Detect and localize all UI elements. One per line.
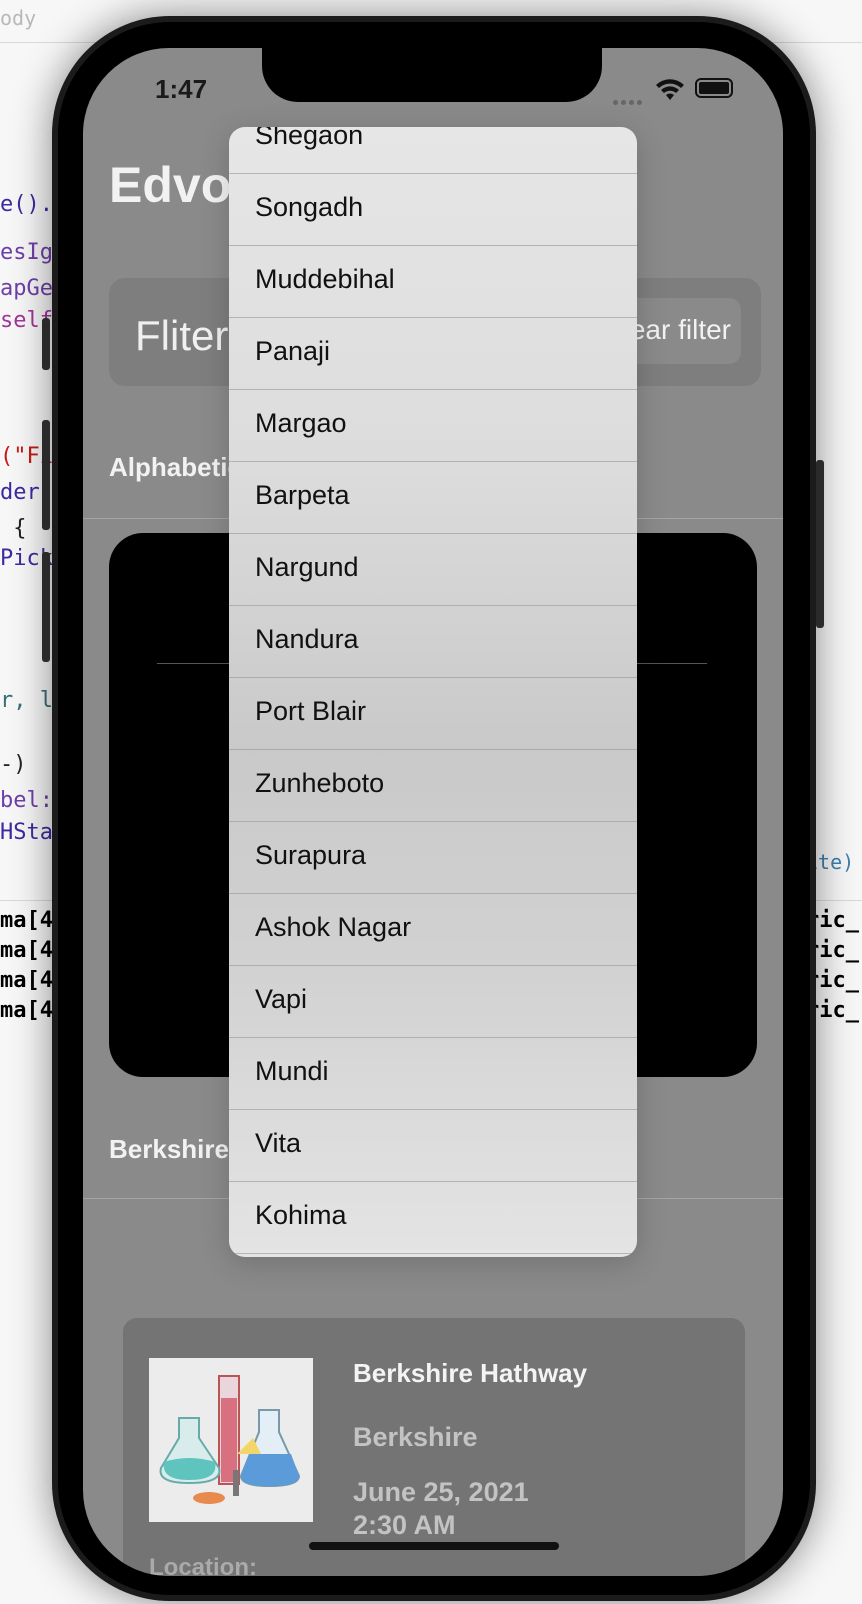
dropdown-item-label: Panaji [255, 336, 331, 366]
dropdown-item[interactable]: Muddebihal [229, 246, 637, 318]
code-line: { [0, 516, 27, 541]
dropdown-item[interactable]: Panaji [229, 318, 637, 390]
card-time: 2:30 AM [353, 1510, 456, 1540]
notch [262, 48, 602, 102]
code-line: bel: [0, 788, 53, 813]
card-subtitle: Berkshire [353, 1422, 478, 1452]
cellular-signal-icon [613, 92, 645, 110]
xcode-top-text: ody [0, 6, 37, 30]
dropdown-item[interactable]: Songadh [229, 174, 637, 246]
code-line: esIg [0, 240, 53, 265]
console-line: ma[4 [0, 968, 53, 993]
dropdown-item-label: Zunheboto [255, 768, 385, 798]
dropdown-item[interactable]: Mundi [229, 1038, 637, 1110]
section-company: Berkshire [109, 1134, 229, 1164]
card-date: June 25, 2021 [353, 1477, 529, 1507]
dropdown-item-label: Muddebihal [255, 264, 395, 294]
volume-up-button [42, 420, 50, 530]
console-line: ma[4 [0, 998, 53, 1023]
dropdown-item-label: Surapura [255, 840, 367, 870]
dropdown-item[interactable]: Vapi [229, 966, 637, 1038]
code-line: e(). [0, 192, 53, 217]
console-line: ma[4 [0, 938, 53, 963]
code-line: apGe [0, 276, 53, 301]
dropdown-item[interactable]: Barpeta [229, 462, 637, 534]
dropdown-item-label: Songadh [255, 192, 364, 222]
card-title: Berkshire Hathway [353, 1358, 588, 1388]
dropdown-item[interactable]: Vita [229, 1110, 637, 1182]
home-indicator[interactable] [309, 1542, 559, 1550]
dropdown-item-label: Ashok Nagar [255, 912, 412, 942]
dropdown-item[interactable]: Shegaon [229, 127, 637, 174]
dropdown-item[interactable]: Surapura [229, 822, 637, 894]
dropdown-item[interactable]: Zunheboto [229, 750, 637, 822]
code-line: HSta [0, 820, 53, 845]
dropdown-item-label: Kohima [255, 1200, 347, 1230]
dropdown-item-label: Barpeta [255, 480, 350, 510]
lab-flasks-image [149, 1358, 313, 1522]
power-button [816, 460, 824, 628]
dropdown-item[interactable]: Margao [229, 390, 637, 462]
dropdown-item-label: Nandura [255, 624, 359, 654]
dropdown-item[interactable]: Ashok Nagar [229, 894, 637, 966]
dropdown-item[interactable]: Kohima [229, 1182, 637, 1254]
dropdown-item[interactable]: Nargund [229, 534, 637, 606]
volume-down-button [42, 552, 50, 662]
status-time: 1:47 [155, 74, 208, 104]
console-line: ma[4 [0, 908, 53, 933]
code-line: -) [0, 752, 27, 777]
dropdown-item-label: Nargund [255, 552, 359, 582]
dropdown-item-label: Port Blair [255, 696, 367, 726]
dropdown-item-label: Shegaon [255, 127, 364, 150]
dropdown-item-label: Margao [255, 408, 347, 438]
card-location-label: Location: [149, 1554, 257, 1576]
dropdown-item-label: Vita [255, 1128, 302, 1158]
dropdown-item-label: Mundi [255, 1056, 329, 1086]
mute-switch [42, 318, 50, 370]
dropdown-item[interactable]: Nandura [229, 606, 637, 678]
code-line: r, l [0, 688, 53, 713]
product-card[interactable]: Berkshire Hathway Berkshire June 25, 202… [123, 1318, 745, 1576]
city-dropdown-menu[interactable]: Shegaon Songadh Muddebihal Panaji Margao Barp… [229, 127, 637, 1257]
wifi-icon [656, 79, 684, 100]
card-datetime: June 25, 2021 2:30 AM [353, 1476, 529, 1542]
dropdown-item-label: Vapi [255, 984, 308, 1014]
dropdown-item[interactable]: Port Blair [229, 678, 637, 750]
battery-icon [695, 78, 733, 98]
